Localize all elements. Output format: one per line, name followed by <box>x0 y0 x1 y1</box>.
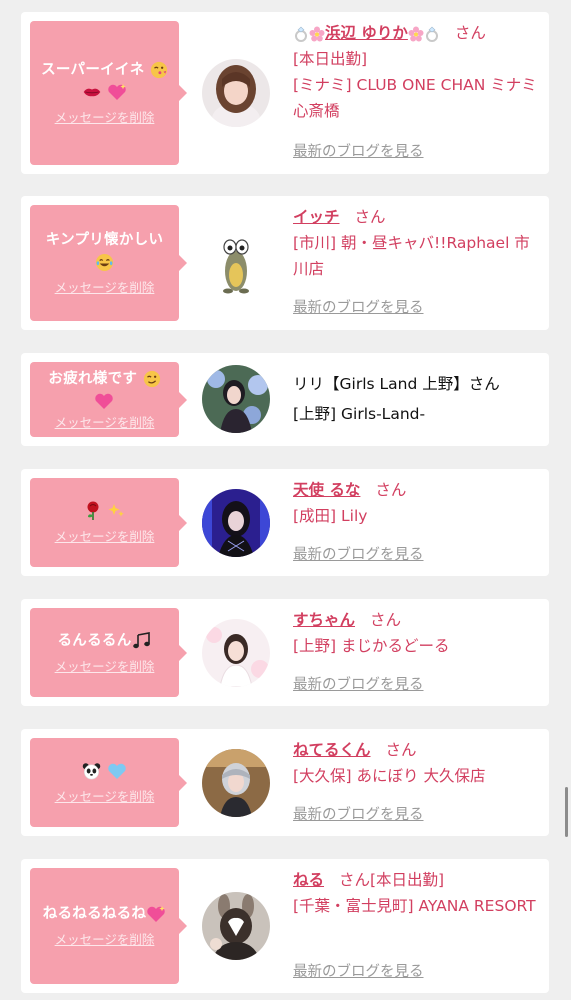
honorific: さん <box>385 741 417 759</box>
message-card: スーパーイイネ メッセージを削除 浜辺 ゆりか さん [本日出勤] [ミナミ] … <box>21 12 549 174</box>
tears-of-joy-emoji-icon <box>95 253 114 271</box>
delete-message-link[interactable]: メッセージを削除 <box>55 279 155 297</box>
delete-message-link[interactable]: メッセージを削除 <box>55 109 155 127</box>
message-bubble: メッセージを削除 <box>30 738 187 827</box>
pink-heart-emoji-icon <box>95 393 114 409</box>
profile-name-link[interactable]: ねる <box>293 871 324 889</box>
lips-emoji-icon <box>83 88 101 97</box>
honorific: さん <box>369 611 401 629</box>
wink-kiss-emoji-icon <box>150 61 168 79</box>
honorific: さん <box>354 208 386 226</box>
profile-info: 浜辺 ゆりか さん [本日出勤] [ミナミ] CLUB ONE CHAN ミナミ… <box>293 20 543 124</box>
latest-blog-link[interactable]: 最新のブログを見る <box>293 545 424 565</box>
sparkles-emoji-icon <box>108 503 124 517</box>
profile-info: イッチ さん [市川] 朝・昼キャバ!!Raphael 市川店 <box>293 204 543 282</box>
profile-info: すちゃん さん [上野] まじかるどーる <box>293 607 543 659</box>
avatar[interactable] <box>202 229 270 297</box>
delete-message-link[interactable]: メッセージを削除 <box>55 788 155 806</box>
avatar[interactable] <box>202 619 270 687</box>
profile-name-link[interactable]: 天使 るな <box>293 481 360 499</box>
message-bubble: メッセージを削除 <box>30 478 187 567</box>
profile-name: リリ【Girls Land 上野】 <box>293 375 469 393</box>
message-bubble: キンプリ懐かしい メッセージを削除 <box>30 205 187 321</box>
message-bubble: スーパーイイネ メッセージを削除 <box>30 21 187 165</box>
message-card: お疲れ様です メッセージを削除 リリ【Girls Land 上野】さん [上野]… <box>21 353 549 446</box>
shop-info: [千葉・富士見町] AYANA RESORT <box>293 897 536 915</box>
work-status: [本日出勤] <box>293 50 368 68</box>
delete-message-link[interactable]: メッセージを削除 <box>55 931 155 949</box>
message-text: スーパーイイネ <box>41 62 145 78</box>
message-card: メッセージを削除 天使 るな さん [成田] Lily 最新のブログを見る <box>21 469 549 576</box>
honorific: さん <box>375 481 407 499</box>
shop-info: [上野] Girls-Land- <box>293 405 426 423</box>
message-card: るんるるん メッセージを削除 すちゃん さん [上野] まじかるどーる 最新のブ… <box>21 599 549 706</box>
music-notes-emoji-icon <box>132 631 150 648</box>
message-text: キンプリ懐かしい <box>45 232 164 248</box>
work-status: [本日出勤] <box>369 871 445 889</box>
shop-info: [成田] Lily <box>293 507 368 525</box>
latest-blog-link[interactable]: 最新のブログを見る <box>293 962 424 982</box>
delete-message-link[interactable]: メッセージを削除 <box>55 414 155 432</box>
avatar[interactable] <box>202 489 270 557</box>
panda-emoji-icon <box>83 762 101 779</box>
cherry-blossom-icon <box>309 26 325 41</box>
profile-info: ねる さん[本日出勤] [千葉・富士見町] AYANA RESORT <box>293 867 543 919</box>
profile-info: ねてるくん さん [大久保] あにぼり 大久保店 <box>293 737 543 789</box>
honorific: さん <box>468 375 500 393</box>
message-text: お疲れ様です <box>48 370 138 387</box>
latest-blog-link[interactable]: 最新のブログを見る <box>293 675 424 695</box>
wink-emoji-icon <box>143 370 160 387</box>
latest-blog-link[interactable]: 最新のブログを見る <box>293 298 424 318</box>
shop-info: [大久保] あにぼり 大久保店 <box>293 767 486 785</box>
message-bubble: お疲れ様です メッセージを削除 <box>30 362 187 437</box>
shop-info: [上野] まじかるどーる <box>293 637 450 655</box>
message-list: スーパーイイネ メッセージを削除 浜辺 ゆりか さん [本日出勤] [ミナミ] … <box>0 0 571 1000</box>
avatar[interactable] <box>202 892 270 960</box>
latest-blog-link[interactable]: 最新のブログを見る <box>293 142 424 162</box>
honorific: さん <box>338 871 370 889</box>
avatar[interactable] <box>202 59 270 127</box>
latest-blog-link[interactable]: 最新のブログを見る <box>293 805 424 825</box>
avatar[interactable] <box>202 749 270 817</box>
shop-info: [市川] 朝・昼キャバ!!Raphael 市川店 <box>293 234 530 278</box>
message-card: メッセージを削除 ねてるくん さん [大久保] あにぼり 大久保店 最新のブログ… <box>21 729 549 836</box>
profile-info: 天使 るな さん [成田] Lily <box>293 477 543 529</box>
message-card: ねるねるねるね メッセージを削除 ねる さん[本日出勤] [千葉・富士見町] A… <box>21 859 549 993</box>
message-bubble: ねるねるねるね メッセージを削除 <box>30 868 187 984</box>
delete-message-link[interactable]: メッセージを削除 <box>55 528 155 546</box>
light-blue-heart-emoji-icon <box>107 763 126 779</box>
profile-name-link[interactable]: ねてるくん <box>293 741 371 759</box>
rose-emoji-icon <box>87 501 99 520</box>
message-bubble: るんるるん メッセージを削除 <box>30 608 187 697</box>
scrollbar[interactable] <box>565 787 568 837</box>
delete-message-link[interactable]: メッセージを削除 <box>55 658 155 676</box>
cherry-blossom-icon <box>408 26 424 41</box>
honorific: さん <box>454 24 486 42</box>
message-text: ねるねるねるね <box>42 906 147 922</box>
message-card: キンプリ懐かしい メッセージを削除 イッチ さん [市川] 朝・昼キャバ!!Ra… <box>21 196 549 330</box>
profile-name-link[interactable]: すちゃん <box>293 611 355 629</box>
ring-icon <box>425 26 438 42</box>
message-text: るんるるん <box>57 632 132 649</box>
profile-name-link[interactable]: 浜辺 ゆりか <box>325 24 408 42</box>
profile-info: リリ【Girls Land 上野】さん [上野] Girls-Land- <box>293 371 543 427</box>
sparkling-heart-emoji-icon <box>108 84 126 100</box>
avatar[interactable] <box>202 365 270 433</box>
profile-name-link[interactable]: イッチ <box>293 208 340 226</box>
sparkling-heart-emoji-icon <box>147 906 166 922</box>
shop-info: [ミナミ] CLUB ONE CHAN ミナミ 心斎橋 <box>293 76 537 120</box>
ring-icon <box>295 26 307 42</box>
